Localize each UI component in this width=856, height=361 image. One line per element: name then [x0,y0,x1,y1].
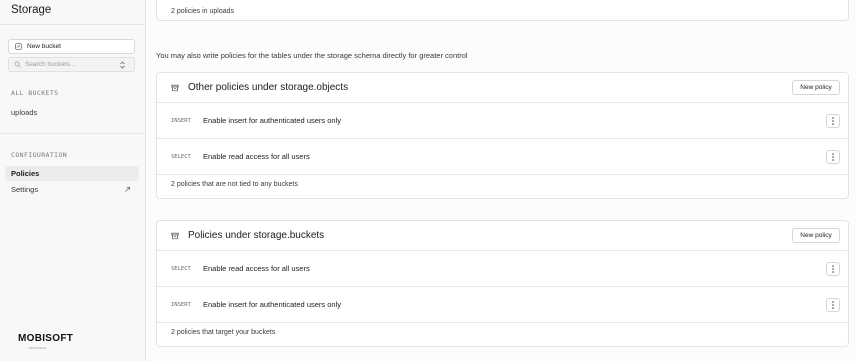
policy-command: INSERT [171,117,191,124]
sidebar-item-settings[interactable]: Settings [5,182,139,197]
sidebar-item-label: Settings [11,185,39,194]
card-title: Policies under storage.buckets [188,230,325,241]
uploads-policies-card: 2 policies in uploads [156,0,849,21]
new-bucket-button[interactable]: New bucket [8,39,135,54]
policy-command: SELECT [171,265,191,272]
more-vertical-icon [832,117,834,125]
more-vertical-icon [832,153,834,161]
search-placeholder: Search buckets... [25,61,76,68]
policy-row[interactable]: INSERT Enable insert for authenticated u… [157,103,848,139]
search-icon [14,61,21,68]
more-vertical-icon [832,265,834,273]
external-link-icon [125,187,130,192]
card-header: Other policies under storage.objects New… [157,73,848,103]
card-footer: 2 policies that target your buckets [171,328,276,336]
card-title: Other policies under storage.objects [188,82,349,93]
all-buckets-heading: ALL BUCKETS [11,89,59,97]
configuration-heading: CONFIGURATION [11,151,68,159]
card-header: Policies under storage.buckets New polic… [157,221,848,251]
sidebar-item-label: Policies [11,169,40,178]
policies-main: 2 policies in uploads You may also write… [146,0,856,361]
edit-icon [15,43,22,50]
new-policy-button[interactable]: New policy [792,228,840,243]
policy-name: Enable insert for authenticated users on… [203,116,341,125]
policy-name: Enable read access for all users [203,152,310,161]
policy-row[interactable]: SELECT Enable read access for all users [157,251,848,287]
archive-icon [171,232,179,239]
card-footer: 2 policies in uploads [171,8,235,15]
policy-name: Enable insert for authenticated users on… [203,300,341,309]
new-bucket-label: New bucket [27,43,61,50]
archive-icon [171,84,179,91]
buckets-policies-card: Policies under storage.buckets New polic… [156,220,849,347]
sidebar-item-policies[interactable]: Policies [5,166,139,181]
more-options-button[interactable] [826,114,840,128]
bucket-item-label: uploads [11,108,38,117]
bucket-item-uploads[interactable]: uploads [5,105,139,120]
schema-note: You may also write policies for the tabl… [156,51,468,60]
search-buckets-input[interactable]: Search buckets... [8,57,135,72]
logo: MOBISOFT [18,333,74,344]
more-vertical-icon [832,301,834,309]
policy-command: INSERT [171,301,191,308]
new-policy-button[interactable]: New policy [792,80,840,95]
sort-chevrons-icon[interactable] [119,61,126,69]
storage-sidebar: Storage New bucket Search buckets... ALL… [0,0,146,361]
more-options-button[interactable] [826,150,840,164]
sidebar-title: Storage [11,4,52,16]
more-options-button[interactable] [826,262,840,276]
policy-command: SELECT [171,153,191,160]
sidebar-divider [0,133,145,134]
logo-subtitle: INFOTECH [29,346,47,350]
policy-row[interactable]: SELECT Enable read access for all users [157,139,848,175]
card-footer: 2 policies that are not tied to any buck… [171,180,298,188]
objects-policies-card: Other policies under storage.objects New… [156,72,849,199]
more-options-button[interactable] [826,298,840,312]
policy-name: Enable read access for all users [203,264,310,273]
sidebar-divider [0,24,145,25]
policy-row[interactable]: INSERT Enable insert for authenticated u… [157,287,848,323]
